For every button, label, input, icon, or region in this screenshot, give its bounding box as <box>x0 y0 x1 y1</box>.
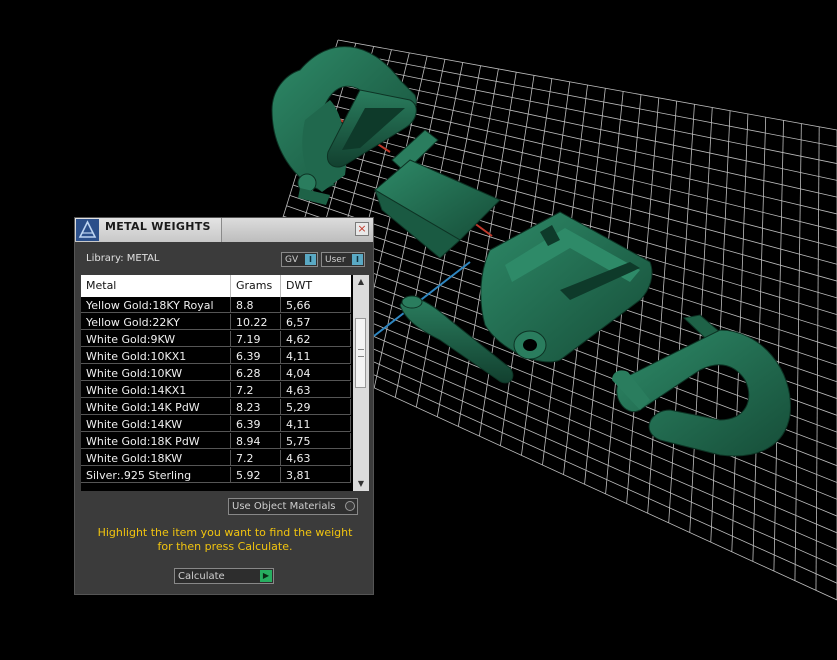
gv-toggle-indicator: I <box>305 254 316 265</box>
metal-cell: White Gold:14K PdW <box>81 399 231 415</box>
panel-title: METAL WEIGHTS <box>105 220 211 233</box>
dwt-cell: 5,75 <box>281 433 351 449</box>
use-object-materials-toggle[interactable]: Use Object Materials <box>228 498 358 515</box>
table-row[interactable]: White Gold:14KX1 7.2 4,63 <box>81 382 351 399</box>
hook-part[interactable] <box>612 314 791 457</box>
grams-cell: 7.2 <box>231 382 281 398</box>
table-row[interactable]: White Gold:10KW 6.28 4,04 <box>81 365 351 382</box>
metal-cell: White Gold:18K PdW <box>81 433 231 449</box>
dwt-cell: 4,63 <box>281 382 351 398</box>
use-object-materials-label: Use Object Materials <box>232 501 336 512</box>
table-row[interactable]: Yellow Gold:18KY Royal 8.8 5,66 <box>81 297 351 314</box>
dwt-cell: 4,11 <box>281 416 351 432</box>
grams-cell: 10.22 <box>231 314 281 330</box>
grams-cell: 6.28 <box>231 365 281 381</box>
scroll-up-icon[interactable]: ▲ <box>353 275 369 289</box>
dwt-cell: 5,66 <box>281 297 351 313</box>
grip-icon <box>358 349 364 357</box>
close-button[interactable]: × <box>355 222 369 236</box>
metal-table: Metal Grams DWT Yellow Gold:18KY Royal 8.… <box>81 275 369 491</box>
dwt-cell: 4,11 <box>281 348 351 364</box>
metal-weights-panel: METAL WEIGHTS × Library: METAL GV I User… <box>74 217 374 595</box>
scroll-thumb[interactable] <box>355 318 366 388</box>
grams-cell: 6.39 <box>231 348 281 364</box>
column-header-grams[interactable]: Grams <box>231 275 281 297</box>
instruction-line-1: Highlight the item you want to find the … <box>97 526 353 539</box>
user-toggle-indicator: I <box>352 254 363 265</box>
table-row[interactable]: White Gold:14K PdW 8.23 5,29 <box>81 399 351 416</box>
metal-cell: Yellow Gold:22KY <box>81 314 231 330</box>
scroll-down-icon[interactable]: ▼ <box>353 477 369 491</box>
dwt-cell: 5,29 <box>281 399 351 415</box>
grams-cell: 7.2 <box>231 450 281 466</box>
dwt-cell: 4,62 <box>281 331 351 347</box>
table-row[interactable]: White Gold:18KW 7.2 4,63 <box>81 450 351 467</box>
table-scrollbar[interactable]: ▲ ▼ <box>353 275 369 491</box>
user-toggle-label: User <box>325 255 346 265</box>
table-header: Metal Grams DWT <box>81 275 351 297</box>
grams-cell: 8.8 <box>231 297 281 313</box>
grams-cell: 8.94 <box>231 433 281 449</box>
table-row[interactable]: White Gold:14KW 6.39 4,11 <box>81 416 351 433</box>
panel-titlebar[interactable]: METAL WEIGHTS × <box>75 218 373 242</box>
table-row[interactable]: Silver:.925 Sterling 5.92 3,81 <box>81 467 351 484</box>
dwt-cell: 3,81 <box>281 467 351 483</box>
metal-cell: White Gold:9KW <box>81 331 231 347</box>
latch-part[interactable] <box>374 129 501 259</box>
column-header-metal[interactable]: Metal <box>81 275 231 297</box>
dwt-cell: 4,63 <box>281 450 351 466</box>
table-body: Yellow Gold:18KY Royal 8.8 5,66 Yellow Gold… <box>81 297 351 484</box>
grams-cell: 8.23 <box>231 399 281 415</box>
library-label: Library: METAL <box>86 253 160 264</box>
table-row[interactable]: White Gold:10KX1 6.39 4,11 <box>81 348 351 365</box>
dwt-cell: 4,04 <box>281 365 351 381</box>
instruction-text: Highlight the item you want to find the … <box>85 526 365 554</box>
calculate-button[interactable]: Calculate ▶ <box>174 568 274 584</box>
grams-cell: 7.19 <box>231 331 281 347</box>
metal-cell: Silver:.925 Sterling <box>81 467 231 483</box>
close-icon: × <box>357 222 367 235</box>
column-header-dwt[interactable]: DWT <box>281 275 351 297</box>
calculate-label: Calculate <box>178 571 225 582</box>
panel-title-tab: METAL WEIGHTS <box>75 218 222 242</box>
radio-indicator-icon <box>345 501 355 511</box>
gv-toggle[interactable]: GV I <box>281 252 318 267</box>
table-row[interactable]: White Gold:9KW 7.19 4,62 <box>81 331 351 348</box>
metal-cell: White Gold:10KX1 <box>81 348 231 364</box>
grams-cell: 6.39 <box>231 416 281 432</box>
metal-cell: White Gold:14KX1 <box>81 382 231 398</box>
metal-cell: Yellow Gold:18KY Royal <box>81 297 231 313</box>
user-toggle[interactable]: User I <box>321 252 365 267</box>
play-arrow-icon: ▶ <box>260 570 272 582</box>
table-row[interactable]: White Gold:18K PdW 8.94 5,75 <box>81 433 351 450</box>
gv-toggle-label: GV <box>285 255 299 265</box>
metal-cell: White Gold:14KW <box>81 416 231 432</box>
app-logo-icon <box>76 219 99 241</box>
grams-cell: 5.92 <box>231 467 281 483</box>
instruction-line-2: for then press Calculate. <box>157 540 293 553</box>
metal-cell: White Gold:10KW <box>81 365 231 381</box>
dwt-cell: 6,57 <box>281 314 351 330</box>
table-row[interactable]: Yellow Gold:22KY 10.22 6,57 <box>81 314 351 331</box>
metal-cell: White Gold:18KW <box>81 450 231 466</box>
